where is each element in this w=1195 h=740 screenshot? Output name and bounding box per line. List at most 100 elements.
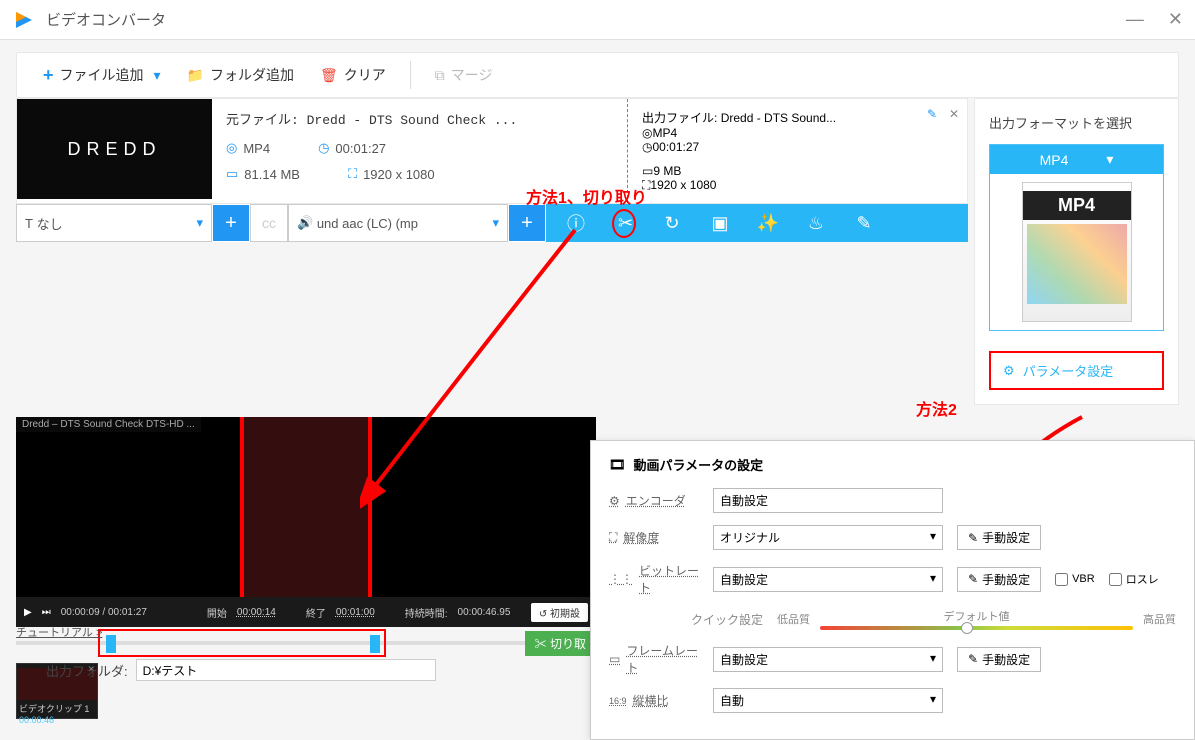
manual-bitrate-button[interactable]: ✎手動設定 [957, 567, 1041, 592]
quality-slider[interactable] [820, 626, 1133, 630]
video-preview[interactable]: Dredd – DTS Sound Check DTS-HD ... [16, 417, 596, 597]
speaker-icon: 🔊 [297, 215, 313, 231]
param-settings-label: パラメータ設定 [1023, 361, 1114, 380]
rotate-tool-icon[interactable]: ↻ [660, 213, 684, 234]
framerate-label: フレームレート [626, 642, 699, 676]
add-subtitle-button[interactable]: + [212, 204, 250, 242]
edit-output-icon[interactable]: ✎ [927, 107, 937, 121]
manual-resolution-button[interactable]: ✎手動設定 [957, 525, 1041, 550]
source-duration: 00:01:27 [335, 141, 386, 156]
folder-size-icon: ▭ [226, 166, 238, 182]
preview-time: 00:00:09 / 00:01:27 [61, 607, 147, 618]
output-folder-row: 出力フォルダ: [46, 659, 436, 681]
clear-button[interactable]: 🗑 クリア [310, 61, 396, 89]
resolution-icon: ⛶ [348, 166, 357, 182]
effects-tool-icon[interactable]: ✨ [756, 213, 780, 234]
clip-name: ビデオクリップ 1 [19, 702, 95, 715]
vbr-checkbox[interactable]: VBR [1055, 573, 1095, 586]
cc-button[interactable]: cc [250, 204, 288, 242]
bitrate-label: ビットレート [639, 562, 699, 596]
framerate-select[interactable]: 自動設定▾ [713, 647, 943, 672]
clock-icon: ◷ [318, 140, 329, 156]
output-format: MP4 [652, 126, 677, 140]
film-icon: 🎞 [609, 457, 626, 473]
subtitle-value: なし [37, 214, 63, 233]
watermark-tool-icon[interactable]: ♨ [804, 213, 828, 234]
chevron-down-icon: ▾ [930, 529, 936, 546]
chevron-down-icon: ▾ [492, 215, 499, 231]
chevron-down-icon: ▾ [930, 571, 936, 588]
quality-low-label: 低品質 [777, 611, 810, 627]
chevron-down-icon[interactable]: ▾ [154, 67, 161, 84]
pencil-icon: ✎ [968, 531, 978, 545]
audio-select[interactable]: 🔊 und aac (LC) (mp ▾ [288, 204, 508, 242]
remove-file-icon[interactable]: ✕ [949, 107, 959, 121]
lossless-checkbox[interactable]: ロスレ [1109, 571, 1159, 587]
add-audio-button[interactable]: + [508, 204, 546, 242]
output-resolution: 1920 x 1080 [650, 178, 716, 192]
quick-setting-label: クイック設定 [691, 611, 763, 628]
sliders-icon: ⚙ [1003, 363, 1015, 379]
app-title: ビデオコンバータ [46, 9, 1126, 30]
output-size: 9 MB [653, 164, 681, 178]
add-folder-button[interactable]: 📁 フォルダ追加 [177, 61, 304, 89]
resolution-label: 解像度 [623, 529, 659, 546]
slider-knob[interactable] [961, 622, 973, 634]
format-panel: 出力フォーマットを選択 MP4▾ MP4 ⚙ パラメータ設定 [974, 98, 1179, 405]
aspect-select[interactable]: 自動▾ [713, 688, 943, 713]
minimize-icon[interactable]: — [1126, 9, 1144, 30]
param-panel-title: 動画パラメータの設定 [634, 455, 764, 474]
bitrate-select[interactable]: 自動設定▾ [713, 567, 943, 592]
end-time[interactable]: 00:01:00 [336, 607, 375, 618]
clip-duration: 00:00:46 [19, 715, 95, 725]
subtitle-select[interactable]: T なし ▾ [16, 204, 212, 242]
trash-icon: 🗑 [320, 67, 338, 84]
source-file-label: 元ファイル: Dredd - DTS Sound Check ... [226, 109, 613, 128]
duration-value: 00:00:46.95 [458, 607, 511, 618]
mp4-format-card[interactable]: MP4 [1022, 182, 1132, 322]
format-select-box[interactable]: MP4▾ MP4 [989, 144, 1164, 331]
tutorial-link[interactable]: チュートリアル > [16, 624, 102, 640]
title-bar: ビデオコンバータ — ✕ [0, 0, 1195, 40]
chevron-down-icon: ▾ [930, 651, 936, 668]
folder-size-icon: ▭ [642, 164, 653, 178]
main-toolbar: + ファイル追加 ▾ 📁 フォルダ追加 🗑 クリア ⧉ マージ [16, 52, 1179, 98]
aspect-icon: 16:9 [609, 696, 627, 706]
video-thumbnail[interactable]: DREDD [17, 99, 212, 199]
start-time[interactable]: 00:00:14 [237, 607, 276, 618]
parameter-settings-button[interactable]: ⚙ パラメータ設定 [989, 351, 1164, 390]
source-format: MP4 [243, 141, 270, 156]
output-folder-label: 出力フォルダ: [46, 661, 128, 680]
text-icon: T [25, 216, 33, 231]
folder-icon: 📁 [187, 67, 204, 84]
cut-tool-icon[interactable]: ✂ [612, 209, 636, 238]
merge-icon: ⧉ [435, 67, 445, 84]
audio-value: und aac (LC) (mp [317, 216, 418, 231]
add-file-button[interactable]: + ファイル追加 ▾ [33, 61, 171, 90]
manual-framerate-button[interactable]: ✎手動設定 [957, 647, 1041, 672]
framerate-icon: ▭ [609, 652, 620, 666]
quality-default-label: デフォルト値 [944, 611, 1010, 623]
toolbar-divider [410, 61, 411, 89]
clear-label: クリア [344, 65, 386, 85]
edit-toolbar: T なし ▾ + cc 🔊 und aac (LC) (mp ▾ + ⓘ ✂ ↻… [16, 204, 968, 242]
add-file-label: ファイル追加 [60, 65, 144, 85]
chevron-down-icon[interactable]: ▾ [1106, 151, 1113, 168]
encoder-icon: ⚙ [609, 494, 620, 508]
info-tool-icon[interactable]: ⓘ [564, 210, 588, 236]
pencil-icon: ✎ [968, 652, 978, 666]
encoder-select[interactable]: 自動設定 [713, 488, 943, 513]
subtitle-tool-icon[interactable]: ✎ [852, 213, 876, 234]
encoder-label: エンコーダ [626, 492, 686, 509]
clock-icon: ◷ [642, 140, 652, 154]
video-parameter-panel: 🎞動画パラメータの設定 ⚙エンコーダ 自動設定 ⛶解像度 オリジナル▾ ✎手動設… [590, 440, 1195, 740]
step-icon[interactable]: ⏭ [42, 607, 51, 618]
output-folder-input[interactable] [136, 659, 436, 681]
crop-tool-icon[interactable]: ▣ [708, 213, 732, 234]
play-icon[interactable]: ▶ [24, 607, 32, 618]
merge-button: ⧉ マージ [425, 61, 503, 89]
app-logo-icon [12, 8, 36, 32]
close-icon[interactable]: ✕ [1168, 9, 1183, 30]
plus-icon: + [43, 65, 54, 86]
resolution-select[interactable]: オリジナル▾ [713, 525, 943, 550]
